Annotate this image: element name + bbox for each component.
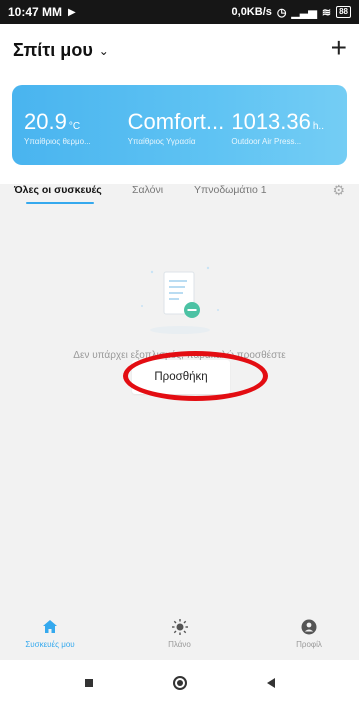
flag-icon: ▶	[68, 6, 76, 18]
minus-sign	[187, 309, 197, 311]
weather-unit: °C	[68, 121, 81, 132]
weather-pressure: 1013.36 h.. Outdoor Air Press...	[231, 109, 327, 165]
gear-icon[interactable]: ⚙	[332, 182, 345, 199]
weather-temperature: 20.9 °C Υπαίθριος θερμο...	[24, 109, 120, 165]
status-right: 0,0KB/s ◷ ▁▃▅ ≋ 88	[232, 6, 351, 19]
room-tabs: Όλες οι συσκευές Σαλόνι Υπνοδωμάτιο 1 ⚙	[0, 174, 359, 206]
nav-label: Πλάνο	[168, 639, 191, 649]
bottom-nav: Συσκευές μου Πλάνο Προφίλ	[0, 604, 359, 660]
sparkle-dot	[206, 266, 210, 270]
home-title: Σπίτι μου	[13, 40, 93, 60]
nav-label: Προφίλ	[296, 639, 322, 649]
add-button[interactable]: +	[331, 34, 347, 62]
weather-label: Υπαίθριος Υγρασία	[127, 137, 196, 146]
status-bar: 10:47 MM ▶ 0,0KB/s ◷ ▁▃▅ ≋ 88	[0, 0, 359, 24]
signal-icon: ▁▃▅	[291, 6, 317, 19]
sparkle-dot	[150, 270, 154, 274]
wifi-icon: ≋	[321, 6, 332, 19]
weather-value: Comfort...	[127, 109, 224, 134]
weather-value: 20.9	[24, 109, 67, 134]
add-device-button[interactable]: Προσθήκη	[132, 360, 230, 394]
nav-profile[interactable]: Προφίλ	[269, 604, 349, 660]
weather-value: 1013.36	[231, 109, 311, 134]
nav-label: Συσκευές μου	[25, 639, 75, 649]
home-selector[interactable]: Σπίτι μου ⌄	[13, 40, 109, 61]
doc-line	[169, 292, 183, 294]
doc-line	[169, 280, 187, 282]
home-button-icon[interactable]	[172, 676, 187, 690]
weather-unit: h..	[312, 121, 324, 132]
weather-label: Υπαίθριος θερμο...	[24, 137, 91, 146]
tab-all-devices[interactable]: Όλες οι συσκευές	[6, 174, 124, 206]
doc-line	[169, 298, 179, 300]
nav-plan[interactable]: Πλάνο	[140, 604, 220, 660]
back-icon[interactable]	[266, 678, 275, 688]
sparkle-dot	[217, 309, 219, 311]
shadow	[150, 326, 210, 334]
weather-card[interactable]: 20.9 °C Υπαίθριος θερμο... Comfort... Υπα…	[12, 85, 347, 165]
empty-devices-illustration	[141, 266, 219, 334]
doc-line	[169, 286, 185, 288]
sun-icon	[171, 616, 189, 638]
chevron-down-icon: ⌄	[98, 43, 109, 58]
system-nav-bar	[0, 660, 359, 706]
status-time: 10:47 MM	[8, 5, 63, 19]
tab-bedroom-1[interactable]: Υπνοδωμάτιο 1	[186, 174, 326, 206]
recents-icon[interactable]	[84, 679, 93, 687]
plus-icon: +	[330, 32, 347, 63]
alarm-icon: ◷	[276, 6, 287, 19]
weather-label: Outdoor Air Press...	[231, 137, 302, 146]
battery-icon: 88	[336, 6, 351, 18]
home-icon	[42, 616, 58, 638]
profile-icon	[301, 616, 317, 638]
tab-living-room[interactable]: Σαλόνι	[124, 174, 186, 206]
weather-humidity: Comfort... Υπαίθριος Υγρασία	[128, 109, 224, 165]
nav-my-devices[interactable]: Συσκευές μου	[10, 604, 90, 660]
sparkle-dot	[141, 305, 143, 307]
network-speed: 0,0KB/s	[231, 6, 272, 18]
